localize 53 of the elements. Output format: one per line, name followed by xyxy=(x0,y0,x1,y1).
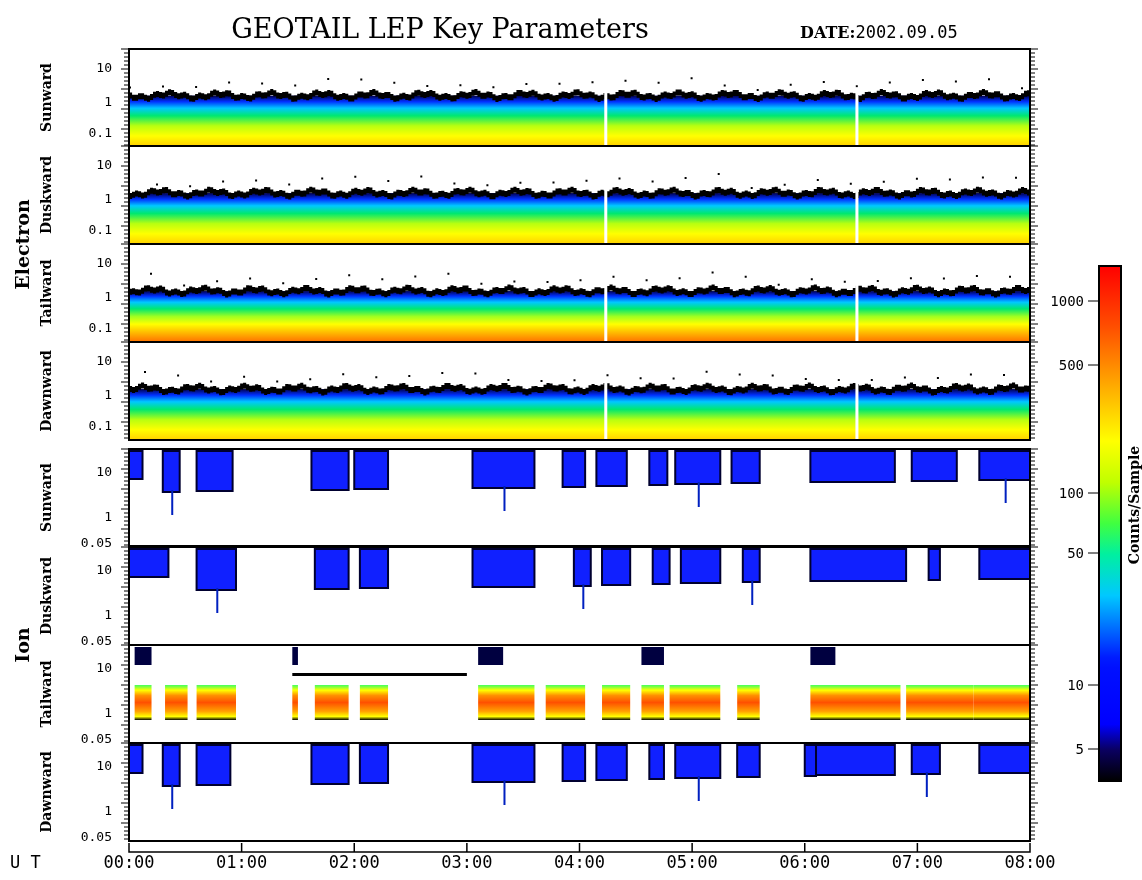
x-tick-label: 00:00 xyxy=(103,852,155,872)
y-tick-label: 10 xyxy=(96,255,112,270)
x-tick-label: 05:00 xyxy=(666,852,718,872)
group-label: Ion xyxy=(11,627,33,663)
y-tick-label: 1 xyxy=(104,607,112,622)
colorbar-tick-label: 10 xyxy=(1067,677,1084,693)
y-tick-label: 0.1 xyxy=(88,125,112,140)
y-tick-label: 10 xyxy=(96,60,112,75)
colorbar-tick-label: 5 xyxy=(1075,741,1084,757)
y-tick-label: 0.05 xyxy=(80,535,112,550)
colorbar-tick-label: 50 xyxy=(1067,545,1084,561)
x-tick-label: 07:00 xyxy=(891,852,943,872)
x-axis-label: U T xyxy=(10,852,41,872)
plot-title: GEOTAIL LEP Key Parameters xyxy=(231,13,649,44)
x-tick-label: 02:00 xyxy=(328,852,380,872)
y-tick-label: 1 xyxy=(104,509,112,524)
y-tick-label: 1 xyxy=(104,191,112,206)
y-tick-label: 10 xyxy=(96,562,112,577)
y-tick-label: 1 xyxy=(104,705,112,720)
y-tick-label: 1 xyxy=(104,387,112,402)
date-text: DATE:2002.09.05 xyxy=(800,22,958,42)
y-tick-label: 10 xyxy=(96,157,112,172)
y-tick-label: 0.05 xyxy=(80,633,112,648)
panel-label: Dawnward xyxy=(38,751,54,833)
colorbar-label: Counts/Sample xyxy=(1126,445,1142,565)
panel-label: Tailward xyxy=(38,660,54,728)
x-tick-label: 06:00 xyxy=(779,852,831,872)
x-tick-label: 04:00 xyxy=(553,852,606,872)
y-tick-label: 0.05 xyxy=(80,829,112,844)
y-tick-label: 1 xyxy=(104,289,112,304)
y-tick-label: 0.05 xyxy=(80,731,112,746)
colorbar-tick-label: 1000 xyxy=(1050,293,1084,309)
y-tick-label: 10 xyxy=(96,464,112,479)
panel-label: Tailward xyxy=(38,259,54,327)
y-tick-label: 1 xyxy=(104,94,112,109)
y-tick-label: 10 xyxy=(96,758,112,773)
x-tick-label: 01:00 xyxy=(216,852,268,872)
y-tick-label: 0.1 xyxy=(88,418,112,433)
y-tick-label: 0.1 xyxy=(88,320,112,335)
group-label: Electron xyxy=(11,199,33,290)
y-tick-label: 10 xyxy=(96,353,112,368)
panel-label: Duskward xyxy=(38,155,54,235)
x-tick-label: 08:00 xyxy=(1004,852,1056,872)
panel-label: Sunward xyxy=(38,463,54,532)
panel-label: Sunward xyxy=(38,63,54,132)
y-tick-label: 0.1 xyxy=(88,222,112,237)
panel-label: Duskward xyxy=(38,556,54,636)
y-tick-label: 10 xyxy=(96,660,112,675)
colorbar-tick-label: 500 xyxy=(1058,357,1084,373)
colorbar-tick-label: 100 xyxy=(1058,485,1084,501)
x-tick-label: 03:00 xyxy=(441,852,493,872)
y-tick-label: 1 xyxy=(104,803,112,818)
panel-label: Dawnward xyxy=(38,350,54,432)
